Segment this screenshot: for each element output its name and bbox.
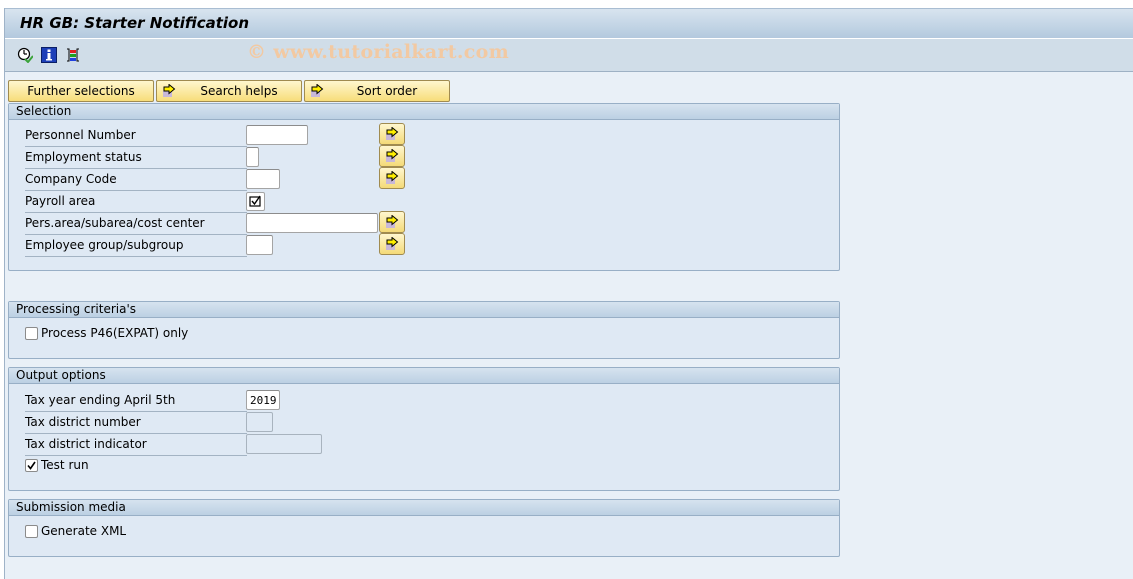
button-label: Further selections bbox=[27, 84, 135, 98]
arrow-right-icon bbox=[386, 215, 399, 228]
employee-group-input[interactable] bbox=[246, 235, 273, 255]
output-options-group: Output options Tax year ending April 5th… bbox=[8, 367, 840, 491]
personnel-number-input[interactable] bbox=[246, 125, 308, 145]
title-bar: HR GB: Starter Notification bbox=[5, 8, 1133, 39]
field-label: Tax district indicator bbox=[25, 437, 247, 456]
field-label: Payroll area bbox=[25, 194, 247, 213]
group-title: Output options bbox=[9, 368, 839, 384]
execute-icon[interactable] bbox=[17, 47, 34, 64]
field-label: Tax district number bbox=[25, 415, 247, 434]
arrow-right-icon bbox=[386, 127, 399, 140]
field-label: Tax year ending April 5th bbox=[25, 393, 247, 412]
button-label: Sort order bbox=[356, 84, 418, 98]
watermark: © www.tutorialkart.com bbox=[247, 41, 510, 63]
application-toolbar: © www.tutorialkart.com bbox=[5, 39, 1133, 72]
multiple-selection-button[interactable] bbox=[379, 123, 405, 145]
selection-group: Selection Personnel Number Employment st… bbox=[8, 103, 840, 271]
payroll-area-checkbox[interactable] bbox=[246, 192, 265, 211]
multiple-selection-button[interactable] bbox=[379, 167, 405, 189]
arrow-right-icon bbox=[163, 84, 176, 97]
search-helps-button[interactable]: Search helps bbox=[156, 80, 302, 102]
arrow-right-icon bbox=[386, 149, 399, 162]
group-title: Processing criteria's bbox=[9, 302, 839, 318]
checkbox-label: Process P46(EXPAT) only bbox=[41, 326, 189, 340]
sort-order-button[interactable]: Sort order bbox=[304, 80, 450, 102]
tax-year-input[interactable] bbox=[246, 390, 280, 410]
arrow-right-icon bbox=[386, 237, 399, 250]
further-selections-button[interactable]: Further selections bbox=[8, 80, 154, 102]
tax-district-number-input bbox=[246, 412, 273, 432]
checked-box-icon bbox=[249, 195, 261, 207]
field-label: Employment status bbox=[25, 150, 247, 169]
multiple-selection-button[interactable] bbox=[379, 233, 405, 255]
button-label: Search helps bbox=[200, 84, 278, 98]
group-title: Submission media bbox=[9, 500, 839, 516]
checkbox-label: Test run bbox=[41, 458, 89, 472]
field-label: Personnel Number bbox=[25, 128, 247, 147]
multiple-selection-button[interactable] bbox=[379, 145, 405, 167]
checkbox-label: Generate XML bbox=[41, 524, 127, 538]
checkmark-icon bbox=[27, 461, 36, 470]
field-label: Pers.area/subarea/cost center bbox=[25, 216, 247, 235]
tax-district-indicator-input bbox=[246, 434, 322, 454]
sap-window: HR GB: Starter Notification © www.tutori… bbox=[4, 8, 1133, 579]
page-title: HR GB: Starter Notification bbox=[20, 14, 250, 32]
test-run-checkbox[interactable] bbox=[25, 459, 38, 472]
submission-media-group: Submission media Generate XML bbox=[8, 499, 840, 557]
generate-xml-checkbox[interactable] bbox=[25, 525, 38, 538]
field-label: Company Code bbox=[25, 172, 247, 191]
processing-criteria-group: Processing criteria's Process P46(EXPAT)… bbox=[8, 301, 840, 359]
process-p46-checkbox[interactable] bbox=[25, 327, 38, 340]
info-icon[interactable] bbox=[41, 47, 57, 63]
employment-status-input[interactable] bbox=[246, 147, 259, 167]
group-title: Selection bbox=[9, 104, 839, 120]
arrow-right-icon bbox=[311, 84, 324, 97]
pers-area-input[interactable] bbox=[246, 213, 378, 233]
field-label: Employee group/subgroup bbox=[25, 238, 247, 257]
company-code-input[interactable] bbox=[246, 169, 280, 189]
multiple-selection-button[interactable] bbox=[379, 211, 405, 233]
layout-icon[interactable] bbox=[65, 47, 81, 63]
arrow-right-icon bbox=[386, 171, 399, 184]
